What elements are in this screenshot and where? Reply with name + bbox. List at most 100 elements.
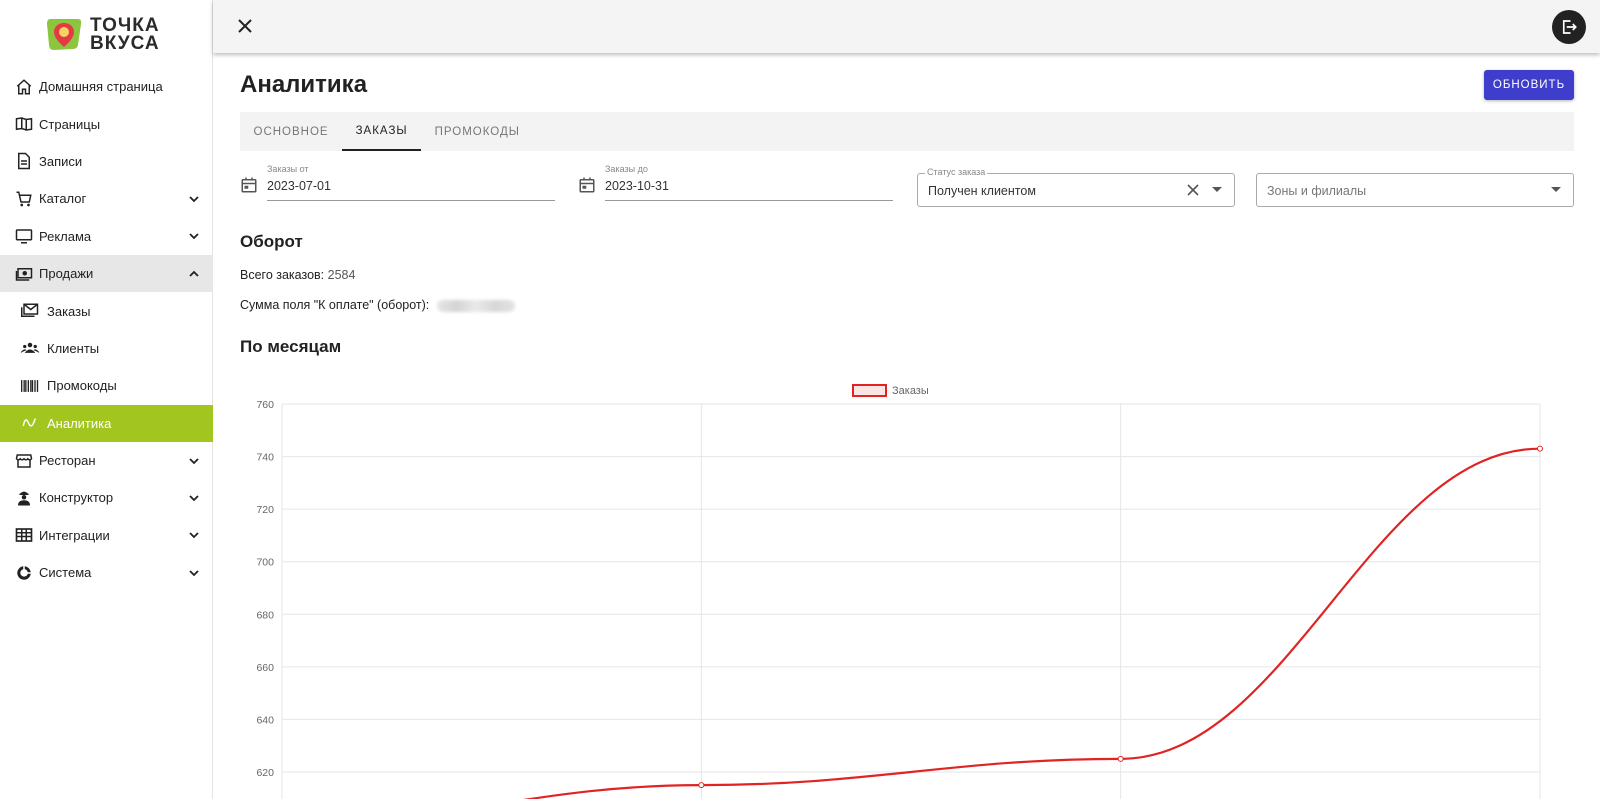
sidebar-item-orders[interactable]: Заказы [0, 292, 213, 329]
monthly-heading: По месяцам [240, 337, 342, 356]
donut-icon [14, 563, 34, 583]
y-tick-label: 700 [256, 557, 274, 569]
grid-icon [14, 525, 34, 545]
y-tick-label: 740 [256, 452, 274, 464]
total-orders-label: Всего заказов: [240, 268, 325, 282]
barcode-icon [20, 376, 40, 396]
page-title: Аналитика [240, 71, 368, 98]
sidebar-item-posts[interactable]: Записи [0, 143, 213, 180]
sidebar-item-catalog[interactable]: Каталог [0, 180, 213, 217]
home-icon [14, 77, 34, 97]
date-to-label: Заказы до [605, 164, 648, 174]
cart-icon [14, 189, 34, 209]
sidebar-item-constructor[interactable]: Конструктор [0, 479, 213, 516]
sidebar: ТОЧКА ВКУСА Домашняя страница Страницы З… [0, 0, 213, 799]
date-to-value[interactable]: 2023-10-31 [605, 179, 669, 193]
zones-select[interactable]: Зоны и филиалы [1256, 173, 1574, 207]
dropdown-arrow-icon[interactable] [1551, 187, 1561, 192]
tab-promocodes[interactable]: ПРОМОКОДЫ [421, 112, 533, 151]
top-bar [213, 0, 1600, 53]
sidebar-item-label: Конструктор [39, 490, 114, 506]
chevron-down-icon [187, 491, 201, 505]
sidebar-item-label: Реклама [39, 228, 92, 244]
cash-icon [14, 264, 34, 284]
book-icon [14, 114, 34, 134]
y-tick-label: 660 [256, 662, 274, 674]
date-to-underline [605, 200, 893, 201]
tab-orders[interactable]: ЗАКАЗЫ [342, 112, 422, 151]
tabs: ОСНОВНОЕ ЗАКАЗЫ ПРОМОКОДЫ [240, 112, 1574, 151]
chevron-down-icon [187, 229, 201, 243]
chevron-down-icon [187, 566, 201, 580]
y-tick-label: 640 [256, 714, 274, 726]
date-from-field[interactable]: Заказы от 2023-07-01 [240, 161, 555, 201]
sidebar-item-promocodes[interactable]: Промокоды [0, 367, 213, 404]
date-from-underline [267, 200, 555, 201]
sidebar-item-label: Записи [39, 153, 83, 169]
sidebar-item-home[interactable]: Домашняя страница [0, 68, 213, 105]
worker-icon [14, 488, 34, 508]
refresh-button[interactable]: ОБНОВИТЬ [1484, 70, 1574, 100]
sidebar-item-label: Каталог [39, 191, 87, 207]
sidebar-item-integrations[interactable]: Интеграции [0, 517, 213, 554]
logo[interactable]: ТОЧКА ВКУСА [44, 14, 174, 56]
chevron-down-icon [187, 192, 201, 206]
order-status-label: Статус заказа [925, 167, 988, 177]
sidebar-item-label: Аналитика [47, 415, 112, 431]
legend-label: Заказы [892, 385, 929, 397]
sidebar-item-clients[interactable]: Клиенты [0, 330, 213, 367]
sidebar-item-label: Система [39, 565, 92, 581]
turnover-sum-redacted [436, 299, 515, 312]
total-orders: Всего заказов: 2584 [240, 268, 355, 282]
data-point [1117, 755, 1124, 762]
sidebar-item-system[interactable]: Система [0, 554, 213, 591]
close-icon[interactable] [235, 16, 255, 36]
chevron-up-icon [187, 267, 201, 281]
chevron-down-icon [187, 454, 201, 468]
sidebar-nav: Домашняя страница Страницы Записи Катало… [0, 68, 213, 591]
turnover-heading: Оборот [240, 232, 303, 251]
data-point [698, 782, 705, 789]
y-tick-label: 620 [256, 767, 274, 779]
sidebar-item-label: Промокоды [47, 378, 117, 394]
sidebar-item-sales[interactable]: Продажи [0, 254, 213, 293]
logo-text: ТОЧКА ВКУСА [90, 15, 160, 54]
date-from-label: Заказы от [267, 164, 309, 174]
tab-main[interactable]: ОСНОВНОЕ [240, 112, 342, 151]
legend-swatch [852, 384, 887, 397]
order-status-value: Получен клиентом [928, 184, 1036, 198]
logout-button[interactable] [1552, 10, 1586, 44]
sidebar-item-label: Заказы [47, 303, 91, 319]
date-to-field[interactable]: Заказы до 2023-10-31 [578, 161, 893, 201]
sidebar-item-label: Ресторан [39, 453, 96, 469]
series-line [522, 447, 1541, 799]
document-icon [14, 151, 34, 171]
turnover-sum-label: Сумма поля "К оплате" (оборот): [240, 298, 430, 312]
main-content: Аналитика ОБНОВИТЬ ОСНОВНОЕ ЗАКАЗЫ ПРОМО… [213, 53, 1600, 799]
y-tick-label: 720 [256, 504, 274, 516]
people-icon [20, 338, 40, 358]
orders-line-chart: 620 640 660 680 700 720 740 760 Заказы [256, 384, 1543, 799]
zones-placeholder: Зоны и филиалы [1267, 184, 1367, 198]
monitor-icon [14, 226, 34, 246]
sidebar-item-pages[interactable]: Страницы [0, 105, 213, 142]
y-tick-label: 680 [256, 609, 274, 621]
calendar-icon[interactable] [240, 176, 258, 194]
logo-pin-icon [44, 15, 84, 55]
store-icon [14, 451, 34, 471]
calendar-icon[interactable] [578, 176, 596, 194]
y-tick-label: 760 [256, 399, 274, 411]
total-orders-value: 2584 [327, 268, 356, 282]
sidebar-item-label: Продажи [39, 266, 94, 282]
sidebar-item-restaurant[interactable]: Ресторан [0, 442, 213, 479]
wave-icon [20, 413, 40, 433]
data-point [1537, 445, 1543, 452]
sidebar-item-label: Интеграции [39, 527, 110, 543]
logout-icon [1562, 20, 1577, 34]
sidebar-item-analytics[interactable]: Аналитика [0, 404, 213, 442]
sidebar-item-ads[interactable]: Реклама [0, 218, 213, 255]
dropdown-arrow-icon[interactable] [1212, 187, 1222, 192]
date-from-value[interactable]: 2023-07-01 [267, 179, 331, 193]
clear-icon[interactable] [1186, 183, 1200, 197]
order-status-select[interactable]: Статус заказа Получен клиентом [917, 167, 1235, 207]
